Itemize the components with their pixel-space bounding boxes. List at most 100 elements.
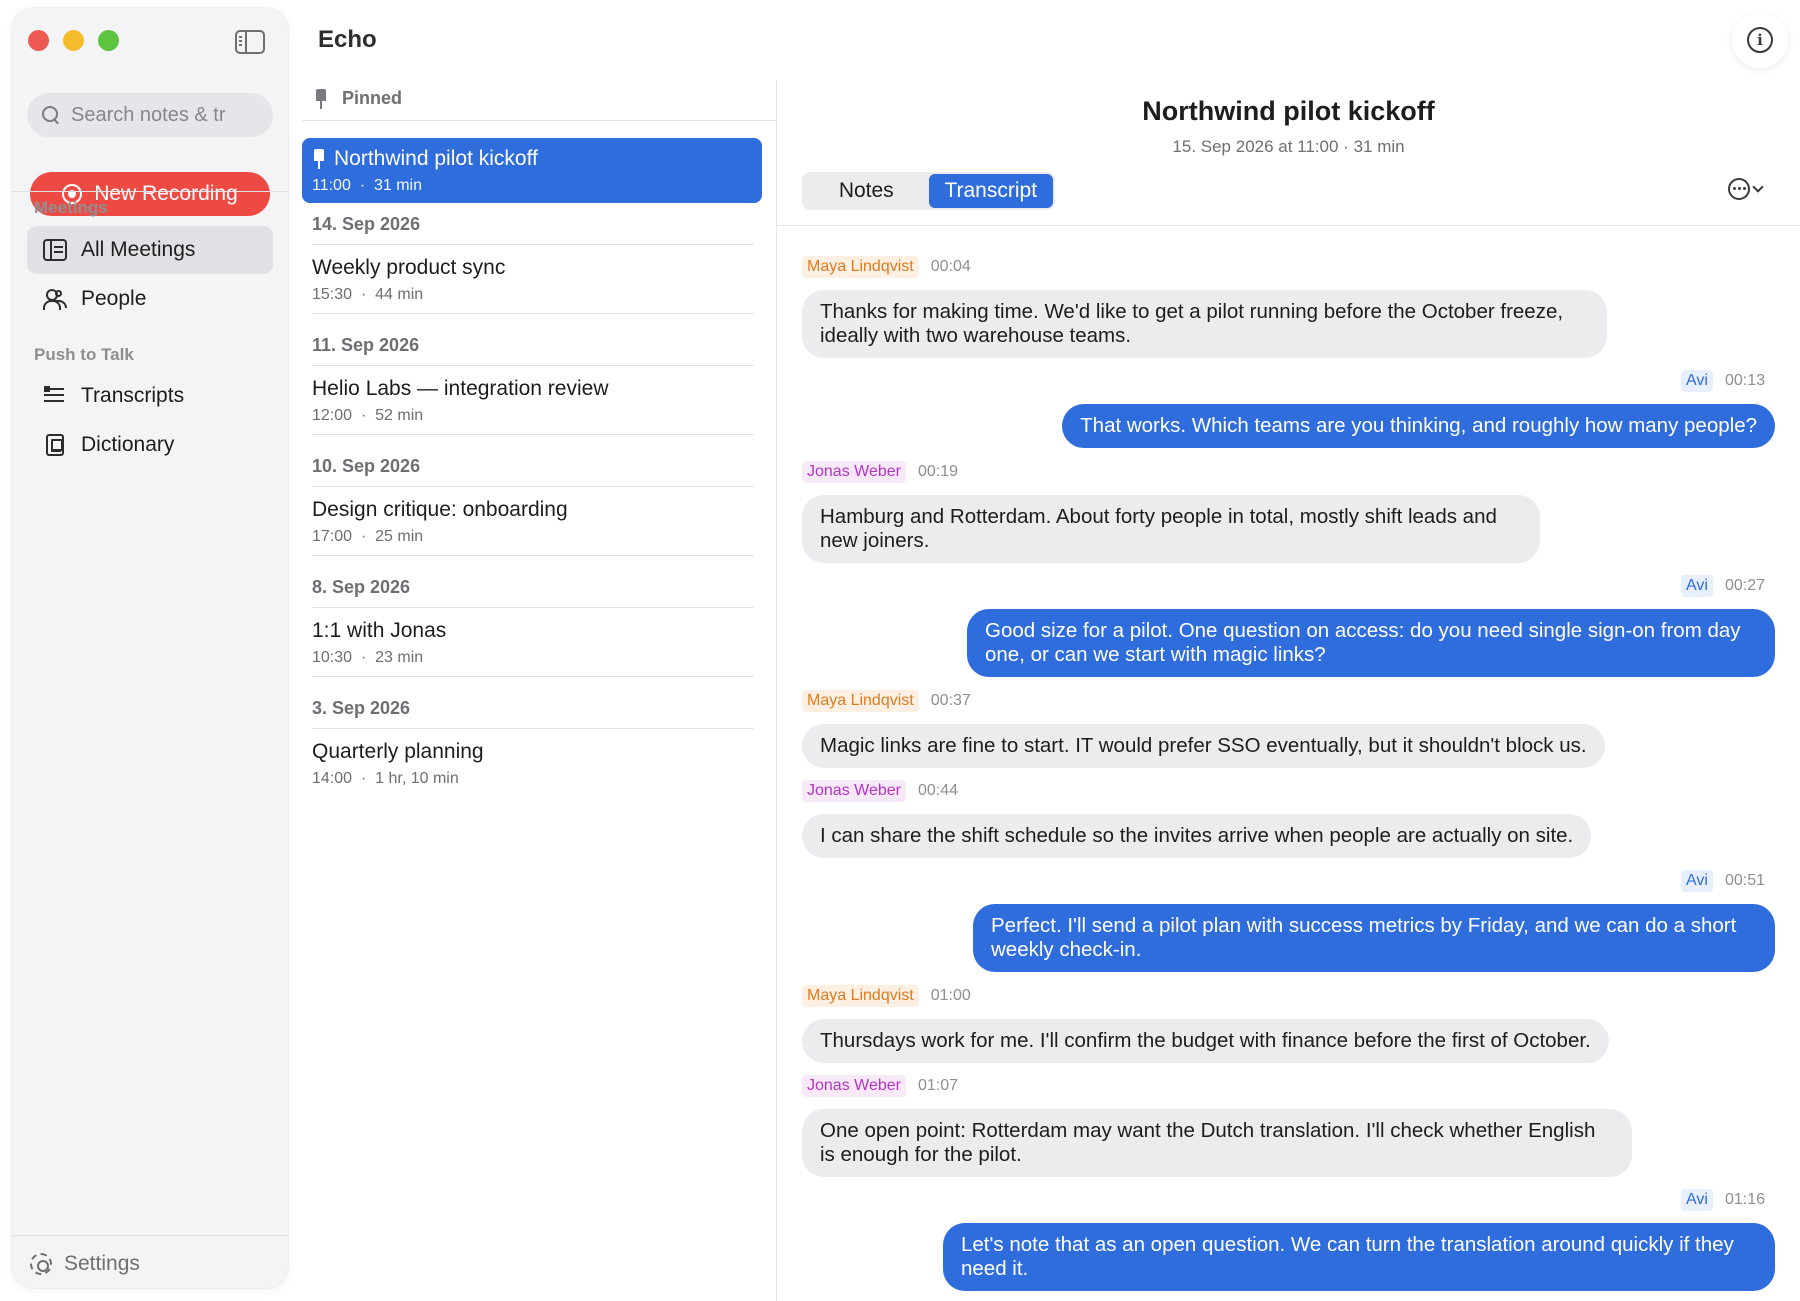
message-bubble: Thursdays work for me. I'll confirm the … <box>802 1019 1609 1063</box>
group-date: 11. Sep 2026 <box>312 335 754 366</box>
group-date: 8. Sep 2026 <box>312 577 754 608</box>
transcript-message: Jonas Weber 00:44 I can share the shift s… <box>802 779 1662 858</box>
meeting-detail-title: Northwind pilot kickoff <box>1142 96 1435 126</box>
transcript-message: Avi 01:16 Let's note that as an open ques… <box>895 1188 1775 1291</box>
info-button[interactable]: i <box>1732 12 1788 68</box>
meeting-title: Helio Labs — integration review <box>312 377 609 400</box>
meeting-time: 11:00 <box>312 177 351 194</box>
meeting-duration: 1 hr, 10 min <box>375 770 459 787</box>
meeting-title: 1:1 with Jonas <box>312 619 447 642</box>
sidebar-item-label: Transcripts <box>81 384 185 407</box>
close-window-button[interactable] <box>28 30 49 51</box>
transcript-message: Maya Lindqvist 01:00 Thursdays work for m… <box>802 984 1662 1063</box>
meeting-title: Weekly product sync <box>312 256 506 279</box>
transcripts-icon <box>43 385 67 407</box>
more-options-button[interactable] <box>1728 178 1764 200</box>
tab-notes[interactable]: Notes <box>804 174 929 208</box>
meeting-group: 11. Sep 2026 Helio Labs — integration re… <box>312 335 754 435</box>
pinned-divider <box>302 120 776 121</box>
meeting-duration: 23 min <box>375 649 424 666</box>
speaker-badge[interactable]: Jonas Weber <box>802 1075 906 1097</box>
view-segmented-control: Notes Transcript <box>802 172 1055 210</box>
meeting-time: 12:00 <box>312 407 353 424</box>
list-icon <box>43 239 67 261</box>
search-input[interactable] <box>71 103 261 127</box>
ellipsis-circle-icon <box>1728 178 1750 200</box>
chevron-down-icon <box>1752 181 1764 193</box>
zoom-window-button[interactable] <box>98 30 119 51</box>
sidebar-item-transcripts[interactable]: Transcripts <box>27 372 273 420</box>
message-time: 00:13 <box>1724 372 1765 389</box>
minimize-window-button[interactable] <box>63 30 84 51</box>
push-to-talk-section-label: Push to Talk <box>34 345 134 364</box>
speaker-badge[interactable]: Avi <box>1681 870 1713 892</box>
sidebar-toggle-icon[interactable] <box>235 30 265 54</box>
message-time: 00:37 <box>930 692 971 709</box>
speaker-badge[interactable]: Maya Lindqvist <box>802 985 919 1007</box>
message-time: 01:07 <box>917 1077 959 1094</box>
sidebar-item-all-meetings[interactable]: All Meetings <box>27 226 273 274</box>
speaker-badge[interactable]: Avi <box>1681 1189 1713 1211</box>
message-bubble: Thanks for making time. We'd like to get… <box>802 290 1607 358</box>
meeting-item[interactable]: Helio Labs — integration review 12:00 · … <box>312 366 754 435</box>
meeting-duration: 31 min <box>373 177 422 194</box>
meeting-title: Quarterly planning <box>312 740 484 763</box>
tab-transcript[interactable]: Transcript <box>928 174 1053 208</box>
message-time: 01:00 <box>930 987 971 1004</box>
pin-icon <box>314 88 328 109</box>
sidebar-item-people[interactable]: People <box>27 275 273 323</box>
group-date: 14. Sep 2026 <box>312 214 754 245</box>
detail-divider <box>777 225 1800 226</box>
meeting-list: Pinned Northwind pilot kickoff 11:00 · 3… <box>302 80 776 1300</box>
meta-separator: · <box>360 407 367 424</box>
speaker-badge[interactable]: Jonas Weber <box>802 780 906 802</box>
meeting-item[interactable]: Quarterly planning 14:00 · 1 hr, 10 min <box>312 729 754 797</box>
meeting-title: Design critique: onboarding <box>312 498 568 521</box>
meeting-item-selected[interactable]: Northwind pilot kickoff 11:00 · 31 min <box>302 138 762 203</box>
speaker-badge[interactable]: Avi <box>1681 575 1713 597</box>
sidebar-item-label: People <box>81 287 147 310</box>
pinned-label: Pinned <box>342 88 403 108</box>
transcript-message: Avi 00:51 Perfect. I'll send a pilot plan… <box>895 869 1775 972</box>
meeting-detail-subtitle: 15. Sep 2026 at 11:00 · 31 min <box>1172 137 1405 156</box>
message-time: 01:16 <box>1724 1191 1765 1208</box>
message-bubble: Perfect. I'll send a pilot plan with suc… <box>973 904 1775 972</box>
message-bubble: Let's note that as an open question. We … <box>943 1223 1775 1291</box>
meeting-group: 8. Sep 2026 1:1 with Jonas 10:30 · 23 mi… <box>312 577 754 677</box>
speaker-badge[interactable]: Avi <box>1681 370 1713 392</box>
info-icon: i <box>1747 27 1773 53</box>
meeting-item[interactable]: Weekly product sync 15:30 · 44 min <box>312 245 754 314</box>
settings-button[interactable]: Settings <box>30 1252 140 1276</box>
transcript-message: Jonas Weber 00:19 Hamburg and Rotterdam. … <box>802 460 1662 563</box>
transcript-message: Maya Lindqvist 00:04 Thanks for making ti… <box>802 255 1662 358</box>
meeting-time: 10:30 <box>312 649 353 666</box>
search-icon <box>41 105 61 125</box>
meeting-title: Northwind pilot kickoff <box>334 147 538 170</box>
speaker-badge[interactable]: Maya Lindqvist <box>802 690 919 712</box>
meeting-item[interactable]: Design critique: onboarding 17:00 · 25 m… <box>312 487 754 556</box>
speaker-badge[interactable]: Jonas Weber <box>802 461 906 483</box>
gear-icon <box>30 1253 52 1275</box>
meetings-section-label: Meetings <box>34 198 108 217</box>
sidebar: New Recording Meetings All Meetings Peop… <box>12 8 288 1288</box>
group-date: 3. Sep 2026 <box>312 698 754 729</box>
message-bubble: Magic links are fine to start. IT would … <box>802 724 1605 768</box>
people-icon <box>43 288 67 310</box>
message-bubble: Hamburg and Rotterdam. About forty peopl… <box>802 495 1540 563</box>
meta-separator: · <box>359 177 366 194</box>
transcript-message: Maya Lindqvist 00:37 Magic links are fine… <box>802 689 1662 768</box>
group-date: 10. Sep 2026 <box>312 456 754 487</box>
app-title: Echo <box>318 26 377 53</box>
dictionary-icon <box>46 434 64 456</box>
column-divider <box>776 80 777 1301</box>
message-time: 00:51 <box>1724 872 1765 889</box>
transcript-message: Jonas Weber 01:07 One open point: Rotterd… <box>802 1074 1662 1177</box>
meeting-duration: 52 min <box>375 407 424 424</box>
meeting-item[interactable]: 1:1 with Jonas 10:30 · 23 min <box>312 608 754 677</box>
speaker-badge[interactable]: Maya Lindqvist <box>802 256 919 278</box>
sidebar-item-label: Dictionary <box>81 433 175 456</box>
message-time: 00:27 <box>1724 577 1765 594</box>
message-bubble: I can share the shift schedule so the in… <box>802 814 1592 858</box>
sidebar-item-dictionary[interactable]: Dictionary <box>27 421 273 469</box>
message-time: 00:04 <box>930 258 971 275</box>
